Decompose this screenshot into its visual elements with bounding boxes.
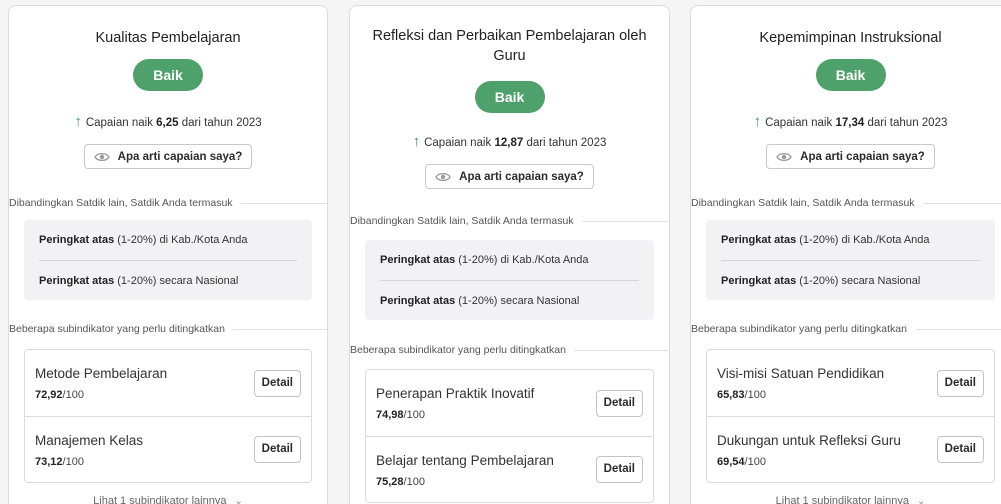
card-title: Refleksi dan Perbaikan Pembelajaran oleh… xyxy=(372,28,647,64)
subindicator-row: Visi-misi Satuan Pendidikan 65,83/100 De… xyxy=(707,350,994,416)
achievement-text: ↑ Capaian naik 17,34 dari tahun 2023 xyxy=(753,113,948,130)
what-does-my-score-mean-button[interactable]: Apa arti capaian saya? xyxy=(766,144,935,169)
achievement-text: ↑ Capaian naik 12,87 dari tahun 2023 xyxy=(412,133,607,150)
subindicator-section-title: Beberapa subindikator yang perlu ditingk… xyxy=(350,343,669,357)
see-more-subindicators-link[interactable]: Lihat 1 subindikator lainnya ⌄ xyxy=(9,493,327,504)
status-badge: Baik xyxy=(133,59,203,91)
detail-button[interactable]: Detail xyxy=(253,369,301,397)
indicator-card: Refleksi dan Perbaikan Pembelajaran oleh… xyxy=(349,5,670,504)
ranking-box: Peringkat atas (1-20%) di Kab./Kota Anda… xyxy=(365,240,654,320)
arrow-up-icon: ↑ xyxy=(412,133,421,150)
ranking-row: Peringkat atas (1-20%) secara Nasional xyxy=(721,260,980,300)
ranking-box: Peringkat atas (1-20%) di Kab./Kota Anda… xyxy=(706,220,995,300)
comparison-section-title: Dibandingkan Satdik lain, Satdik Anda te… xyxy=(9,196,327,210)
ranking-row: Peringkat atas (1-20%) di Kab./Kota Anda xyxy=(39,234,248,246)
detail-button[interactable]: Detail xyxy=(936,436,984,463)
chevron-down-icon: ⌄ xyxy=(916,496,926,504)
subindicator-list: Metode Pembelajaran 72,92/100 Detail Man… xyxy=(24,349,312,483)
eye-icon xyxy=(776,151,792,163)
subindicator-name: Visi-misi Satuan Pendidikan xyxy=(717,366,885,381)
subindicator-row: Dukungan untuk Refleksi Guru 69,54/100 D… xyxy=(707,416,994,482)
detail-button[interactable]: Detail xyxy=(595,456,643,483)
arrow-up-icon: ↑ xyxy=(753,113,762,130)
subindicator-row: Metode Pembelajaran 72,92/100 Detail xyxy=(25,350,311,416)
card-title: Kepemimpinan Instruksional xyxy=(759,30,942,46)
arrow-up-icon: ↑ xyxy=(74,113,82,130)
chevron-down-icon: ⌄ xyxy=(234,496,243,504)
see-more-subindicators-link[interactable]: Lihat 1 subindikator lainnya ⌄ xyxy=(691,493,1001,504)
subindicator-score: 74,98/100 xyxy=(376,409,425,421)
subindicator-list: Visi-misi Satuan Pendidikan 65,83/100 De… xyxy=(706,349,995,483)
achievement-value: 6,25 xyxy=(156,117,179,129)
ranking-row: Peringkat atas (1-20%) di Kab./Kota Anda xyxy=(380,254,589,266)
detail-button[interactable]: Detail xyxy=(595,389,643,417)
subindicator-score: 73,12/100 xyxy=(35,455,84,468)
subindicator-row: Manajemen Kelas 73,12/100 Detail xyxy=(25,416,311,482)
status-badge: Baik xyxy=(815,59,886,91)
subindicator-score: 72,92/100 xyxy=(35,389,84,401)
detail-button[interactable]: Detail xyxy=(936,369,984,397)
status-badge: Baik xyxy=(474,81,545,113)
subindicator-name: Metode Pembelajaran xyxy=(35,366,168,381)
subindicator-row: Penerapan Praktik Inovatif 74,98/100 Det… xyxy=(366,370,653,436)
subindicator-score: 65,83/100 xyxy=(717,389,766,401)
achievement-text: ↑ Capaian naik 6,25 dari tahun 2023 xyxy=(74,113,262,130)
comparison-section-title: Dibandingkan Satdik lain, Satdik Anda te… xyxy=(691,196,1001,210)
what-does-my-score-mean-button[interactable]: Apa arti capaian saya? xyxy=(83,144,253,169)
card-title: Kualitas Pembelajaran xyxy=(95,30,241,46)
comparison-section-title: Dibandingkan Satdik lain, Satdik Anda te… xyxy=(350,214,669,228)
achievement-value: 12,87 xyxy=(494,137,524,149)
ranking-row: Peringkat atas (1-20%) secara Nasional xyxy=(380,280,639,320)
ranking-box: Peringkat atas (1-20%) di Kab./Kota Anda… xyxy=(24,220,312,300)
subindicator-list: Penerapan Praktik Inovatif 74,98/100 Det… xyxy=(365,369,654,503)
indicator-card: Kualitas Pembelajaran Baik ↑ Capaian naik … xyxy=(8,5,328,504)
subindicator-name: Belajar tentang Pembelajaran xyxy=(376,452,554,468)
subindicator-section-title: Beberapa subindikator yang perlu ditingk… xyxy=(691,322,1001,336)
ranking-row: Peringkat atas (1-20%) secara Nasional xyxy=(39,260,297,300)
subindicator-name: Penerapan Praktik Inovatif xyxy=(376,386,535,401)
subindicator-section-title: Beberapa subindikator yang perlu ditingk… xyxy=(9,322,327,336)
detail-button[interactable]: Detail xyxy=(253,436,301,463)
achievement-value: 17,34 xyxy=(835,117,865,129)
indicator-card: Kepemimpinan Instruksional Baik ↑ Capaian … xyxy=(690,5,1001,504)
subindicator-score: 75,28/100 xyxy=(376,475,425,488)
subindicator-name: Manajemen Kelas xyxy=(35,432,144,448)
what-does-my-score-mean-button[interactable]: Apa arti capaian saya? xyxy=(425,164,594,189)
subindicator-name: Dukungan untuk Refleksi Guru xyxy=(717,432,901,448)
subindicator-score: 69,54/100 xyxy=(717,455,766,468)
eye-icon xyxy=(93,151,110,163)
subindicator-row: Belajar tentang Pembelajaran 75,28/100 D… xyxy=(366,436,653,502)
eye-icon xyxy=(435,171,451,183)
ranking-row: Peringkat atas (1-20%) di Kab./Kota Anda xyxy=(721,234,930,246)
